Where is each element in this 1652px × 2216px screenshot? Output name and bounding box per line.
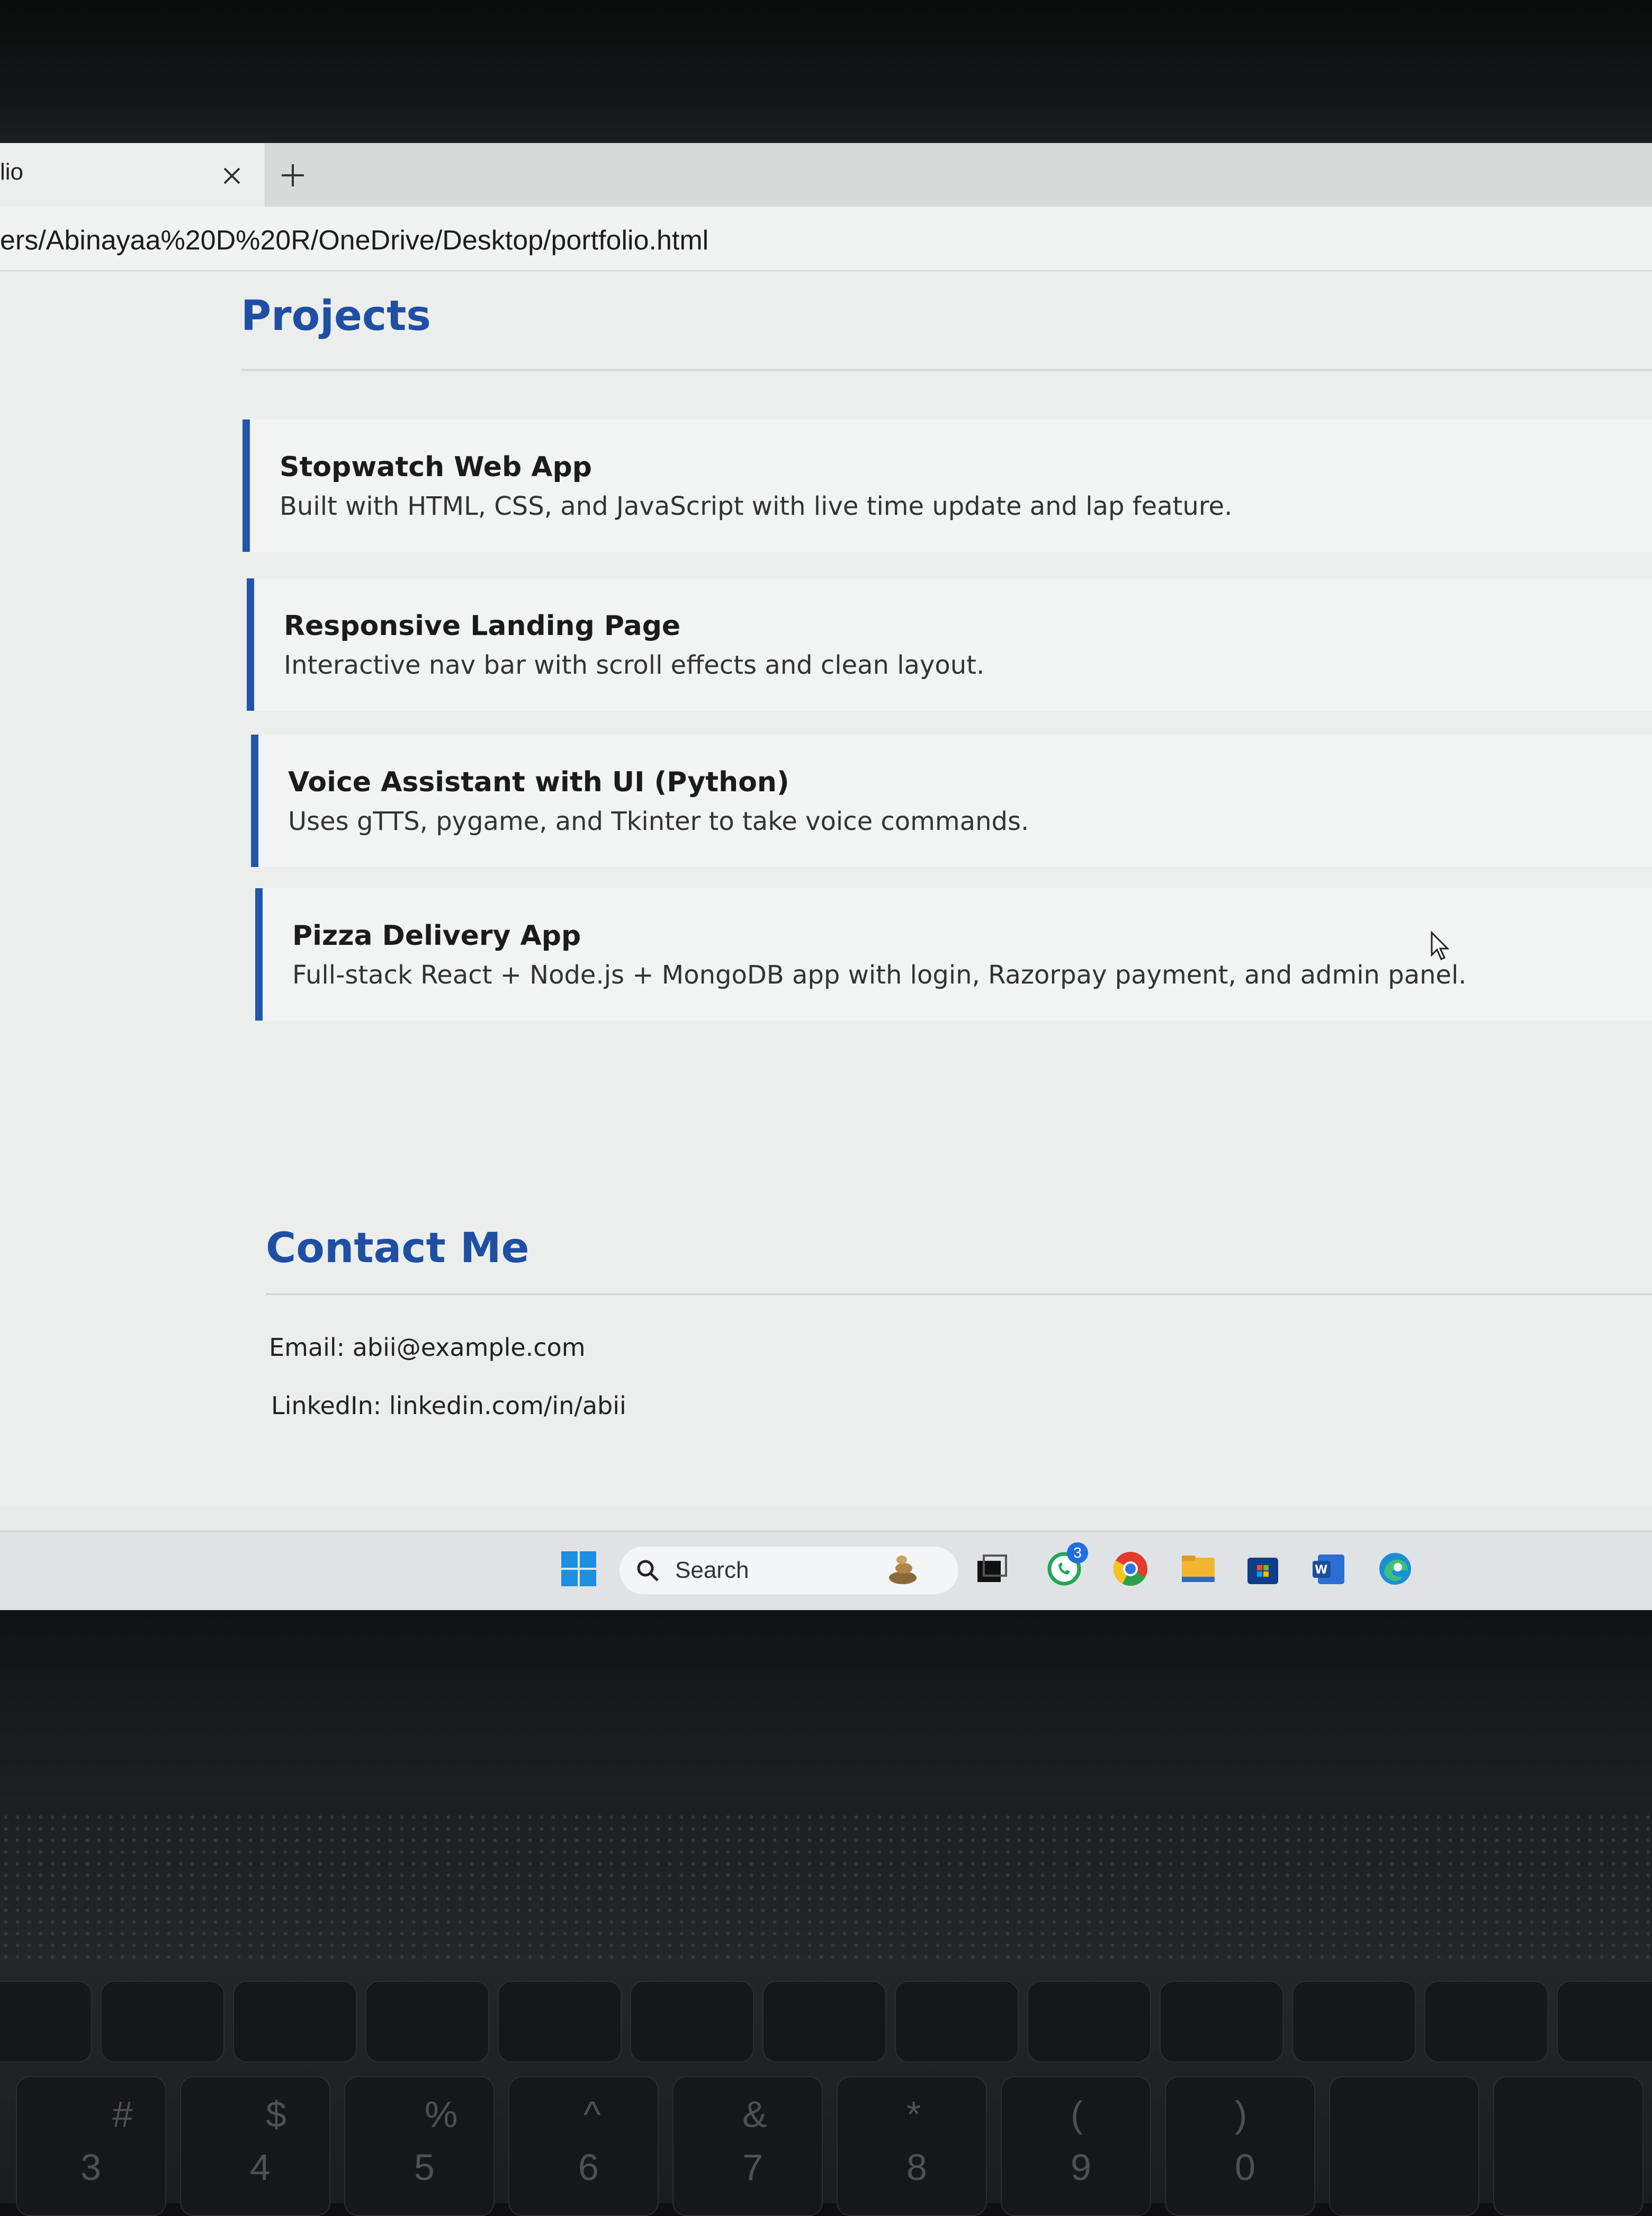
keyboard-key-5: % 5 (344, 2076, 495, 2216)
new-tab-icon[interactable] (280, 162, 306, 189)
function-key (1027, 1981, 1151, 2062)
word-icon[interactable]: W (1310, 1550, 1348, 1587)
browser-tab[interactable]: lio (0, 143, 265, 207)
mouse-cursor-icon (1431, 931, 1450, 961)
function-key (233, 1981, 357, 2062)
projects-divider (241, 369, 1652, 371)
laptop-screen: lio ers/Abinayaa%20D%20R/OneDrive/Deskto… (0, 143, 1652, 1610)
function-key (101, 1981, 225, 2062)
close-tab-icon[interactable] (221, 165, 243, 186)
contact-linkedin: LinkedIn: linkedin.com/in/abii (271, 1391, 626, 1420)
search-label: Search (675, 1557, 749, 1583)
address-url[interactable]: ers/Abinayaa%20D%20R/OneDrive/Desktop/po… (0, 225, 708, 256)
function-key (895, 1981, 1019, 2062)
project-card: Responsive Landing Page Interactive nav … (247, 578, 1652, 711)
project-description: Interactive nav bar with scroll effects … (284, 650, 985, 680)
project-title: Responsive Landing Page (284, 610, 681, 642)
project-card: Voice Assistant with UI (Python) Uses gT… (251, 735, 1652, 867)
function-key (0, 1981, 92, 2062)
contact-divider (266, 1293, 1652, 1295)
function-key (498, 1981, 622, 2062)
project-title: Voice Assistant with UI (Python) (288, 766, 789, 798)
project-card: Stopwatch Web App Built with HTML, CSS, … (243, 419, 1652, 552)
function-key (1424, 1981, 1548, 2062)
screen-bezel (0, 0, 1652, 143)
speaker-grille (0, 1811, 1652, 1960)
laptop-keyboard: #3 $4 % 5 ^ 6 & 7 * 8 (9 ) 0 (0, 1610, 1652, 2216)
keyboard-key-4: $4 (180, 2076, 330, 2216)
function-key (762, 1981, 886, 2062)
tab-title: lio (0, 159, 24, 185)
svg-text:W: W (1315, 1563, 1327, 1577)
function-key (1557, 1981, 1652, 2062)
function-key (630, 1981, 754, 2062)
chrome-icon[interactable] (1112, 1550, 1149, 1587)
project-title: Pizza Delivery App (292, 920, 581, 952)
keyboard-key-8: * 8 (837, 2076, 987, 2216)
projects-heading: Projects (241, 292, 431, 340)
microsoft-store-icon[interactable] (1244, 1550, 1281, 1587)
keyboard-key-6: ^ 6 (508, 2076, 659, 2216)
function-key (1160, 1981, 1283, 2062)
project-description: Built with HTML, CSS, and JavaScript wit… (280, 492, 1233, 521)
file-explorer-icon[interactable] (1180, 1550, 1217, 1587)
address-bar[interactable]: ers/Abinayaa%20D%20R/OneDrive/Desktop/po… (0, 207, 1652, 271)
function-key (1292, 1981, 1416, 2062)
edge-icon[interactable] (1377, 1550, 1414, 1587)
windows-taskbar: Search 3 W (0, 1531, 1652, 1610)
task-view-icon[interactable] (973, 1550, 1010, 1587)
windows-start-icon[interactable] (560, 1550, 597, 1587)
keyboard-key-3: #3 (16, 2076, 166, 2216)
search-icon (637, 1560, 659, 1581)
widgets-icon[interactable] (882, 1550, 919, 1587)
keyboard-key-minus (1329, 2076, 1479, 2216)
browser-tab-strip: lio (0, 143, 1652, 207)
contact-email: Email: abii@example.com (269, 1333, 586, 1362)
function-key (365, 1981, 489, 2062)
project-description: Full-stack React + Node.js + MongoDB app… (292, 960, 1467, 990)
keyboard-key-9: (9 (1001, 2076, 1151, 2216)
keyboard-key-0: ) 0 (1165, 2076, 1315, 2216)
project-description: Uses gTTS, pygame, and Tkinter to take v… (288, 807, 1029, 836)
portfolio-page: Projects Stopwatch Web App Built with HT… (0, 271, 1652, 1505)
whatsapp-badge: 3 (1067, 1542, 1088, 1563)
contact-heading: Contact Me (266, 1225, 529, 1272)
keyboard-key-7: & 7 (672, 2076, 823, 2216)
project-title: Stopwatch Web App (280, 451, 592, 483)
keyboard-key-equals (1493, 2076, 1644, 2216)
